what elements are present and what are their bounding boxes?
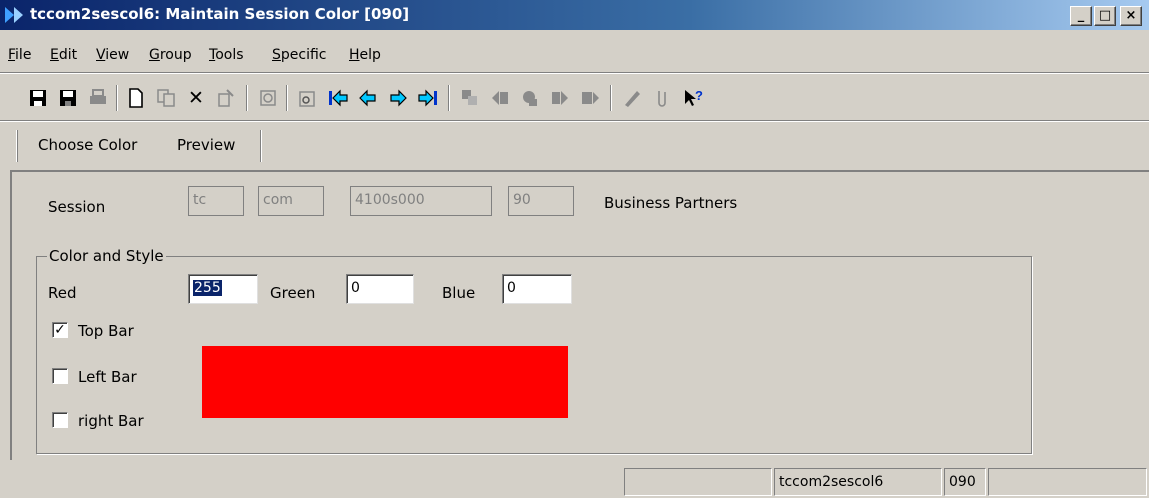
choose-color-button[interactable]: Choose Color [38, 136, 137, 154]
status-company: 090 [944, 468, 986, 496]
status-session: tccom2sescol6 [774, 468, 942, 496]
toolbar-separator [448, 85, 450, 111]
blue-label: Blue [442, 284, 476, 302]
blue-input[interactable]: 0 [502, 274, 572, 304]
left-bar-checkbox[interactable] [52, 368, 68, 384]
help-pointer-icon[interactable]: ? [682, 86, 706, 110]
right-bar-label: right Bar [78, 412, 144, 430]
status-extra-pane [988, 468, 1147, 496]
status-message-pane [624, 468, 772, 496]
action-bar-grip [16, 130, 18, 162]
menu-help[interactable]: Help [349, 47, 381, 63]
session-label: Session [48, 198, 106, 216]
group-last-icon[interactable] [578, 86, 602, 110]
group-current-icon[interactable] [518, 86, 542, 110]
top-bar-checkbox[interactable]: ✓ [52, 322, 68, 338]
title-bar[interactable]: tccom2sescol6: Maintain Session Color [0… [0, 0, 1149, 30]
menu-bar: File Edit View Group Tools Specific Help [0, 44, 1149, 68]
form-panel: Session tc com 4100s000 90 Business Part… [10, 170, 1149, 460]
minimize-button[interactable]: _ [1070, 6, 1092, 26]
last-record-icon[interactable] [416, 86, 440, 110]
session-code-field: 4100s000 [350, 186, 492, 216]
find-icon[interactable] [296, 86, 320, 110]
svg-text:?: ? [695, 88, 703, 103]
new-icon[interactable] [124, 86, 148, 110]
action-bar-divider [260, 130, 262, 162]
checkmark-icon: ✓ [54, 322, 66, 338]
group-next-icon[interactable] [548, 86, 572, 110]
toolbar-separator [610, 85, 612, 111]
refresh-icon[interactable] [256, 86, 280, 110]
edit-text-icon[interactable] [620, 86, 644, 110]
close-button[interactable]: × [1120, 6, 1142, 26]
toolbar-separator [116, 85, 118, 111]
change-icon[interactable] [214, 86, 238, 110]
maximize-button[interactable]: □ [1094, 6, 1116, 26]
status-bar: tccom2sescol6 090 [0, 466, 1149, 498]
toolbar-divider [0, 120, 1149, 122]
red-label: Red [48, 284, 77, 302]
color-preview-swatch [202, 346, 568, 418]
preview-button[interactable]: Preview [177, 136, 235, 154]
window-title: tccom2sescol6: Maintain Session Color [0… [30, 5, 410, 23]
menu-file[interactable]: File [8, 47, 31, 63]
left-bar-label: Left Bar [78, 368, 137, 386]
toolbar-separator [286, 85, 288, 111]
session-description: Business Partners [604, 194, 738, 212]
app-icon [5, 7, 23, 23]
red-value: 255 [193, 280, 222, 296]
next-record-icon[interactable] [386, 86, 410, 110]
session-module-field: com [258, 186, 324, 216]
save-and-exit-icon[interactable] [26, 86, 50, 110]
menu-edit[interactable]: Edit [50, 47, 77, 63]
menu-tools[interactable]: Tools [209, 47, 244, 63]
action-bar: Choose Color Preview [0, 126, 1149, 166]
green-input[interactable]: 0 [346, 274, 414, 304]
top-bar-label: Top Bar [78, 322, 134, 340]
menu-view[interactable]: View [96, 47, 129, 63]
color-style-legend: Color and Style [47, 247, 166, 265]
red-input[interactable]: 255 [188, 274, 258, 304]
attachment-icon[interactable] [650, 86, 674, 110]
delete-icon[interactable]: ✕ [184, 86, 208, 110]
previous-record-icon[interactable] [356, 86, 380, 110]
session-package-field: tc [188, 186, 244, 216]
session-version-field: 90 [508, 186, 574, 216]
save-icon[interactable] [56, 86, 80, 110]
right-bar-checkbox[interactable] [52, 412, 68, 428]
green-label: Green [270, 284, 316, 302]
copy-icon[interactable] [154, 86, 178, 110]
first-record-icon[interactable] [326, 86, 350, 110]
print-icon[interactable] [86, 86, 110, 110]
group-previous-icon[interactable] [488, 86, 512, 110]
toolbar: ✕ ? [0, 80, 1149, 116]
menu-divider [0, 72, 1149, 74]
group-first-icon[interactable] [458, 86, 482, 110]
menu-specific[interactable]: Specific [272, 47, 327, 63]
toolbar-separator [246, 85, 248, 111]
menu-group[interactable]: Group [149, 47, 192, 63]
